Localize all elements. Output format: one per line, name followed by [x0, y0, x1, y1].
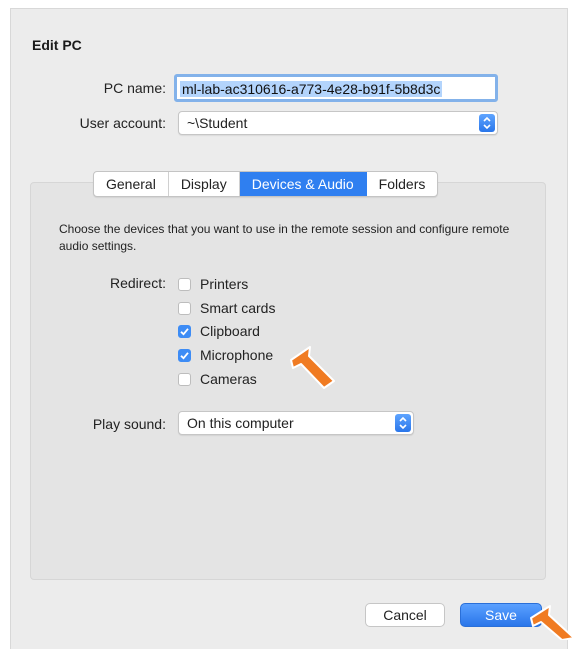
tab-general[interactable]: General [94, 172, 169, 196]
checkbox-cameras[interactable]: Cameras [178, 369, 257, 389]
play-sound-value: On this computer [187, 415, 294, 431]
popup-stepper-icon [395, 414, 411, 432]
user-account-label: User account: [79, 115, 166, 131]
printers-label: Printers [200, 276, 249, 292]
cameras-label: Cameras [200, 371, 257, 387]
redirect-label: Redirect: [109, 275, 166, 291]
arrow-pointer-icon [290, 346, 335, 389]
clipboard-checkbox[interactable] [178, 324, 191, 338]
tab-devices-audio[interactable]: Devices & Audio [239, 172, 367, 196]
cancel-button[interactable]: Cancel [365, 603, 445, 627]
checkbox-microphone[interactable]: Microphone [178, 345, 273, 365]
smart-cards-label: Smart cards [200, 300, 276, 316]
smart-cards-checkbox[interactable] [178, 301, 191, 315]
clipboard-label: Clipboard [200, 323, 260, 339]
checkmark-icon [180, 351, 189, 360]
play-sound-select[interactable]: On this computer [178, 411, 414, 435]
checkmark-icon [180, 327, 189, 336]
arrow-pointer-icon [530, 605, 575, 640]
microphone-label: Microphone [200, 347, 274, 363]
cameras-checkbox[interactable] [178, 372, 191, 386]
printers-checkbox[interactable] [178, 277, 191, 291]
microphone-checkbox[interactable] [178, 348, 191, 362]
tab-display[interactable]: Display [169, 172, 240, 196]
tab-folders[interactable]: Folders [367, 172, 438, 196]
play-sound-label: Play sound: [92, 416, 166, 432]
pc-name-label: PC name: [103, 80, 166, 96]
dialog-title: Edit PC [32, 37, 82, 53]
pc-name-input[interactable]: ml-lab-ac310616-a773-4e28-b91f-5b8d3c [174, 74, 498, 102]
tab-bar: General Display Devices & Audio Folders [93, 171, 439, 197]
devices-description: Choose the devices that you want to use … [59, 222, 510, 253]
checkbox-clipboard[interactable]: Clipboard [178, 321, 260, 341]
user-account-select[interactable]: ~\Student [178, 111, 498, 135]
checkbox-printers[interactable]: Printers [178, 274, 248, 294]
pc-name-value: ml-lab-ac310616-a773-4e28-b91f-5b8d3c [180, 81, 443, 97]
checkbox-smart-cards[interactable]: Smart cards [178, 298, 275, 318]
user-account-value: ~\Student [187, 115, 248, 131]
popup-stepper-icon [479, 114, 495, 132]
